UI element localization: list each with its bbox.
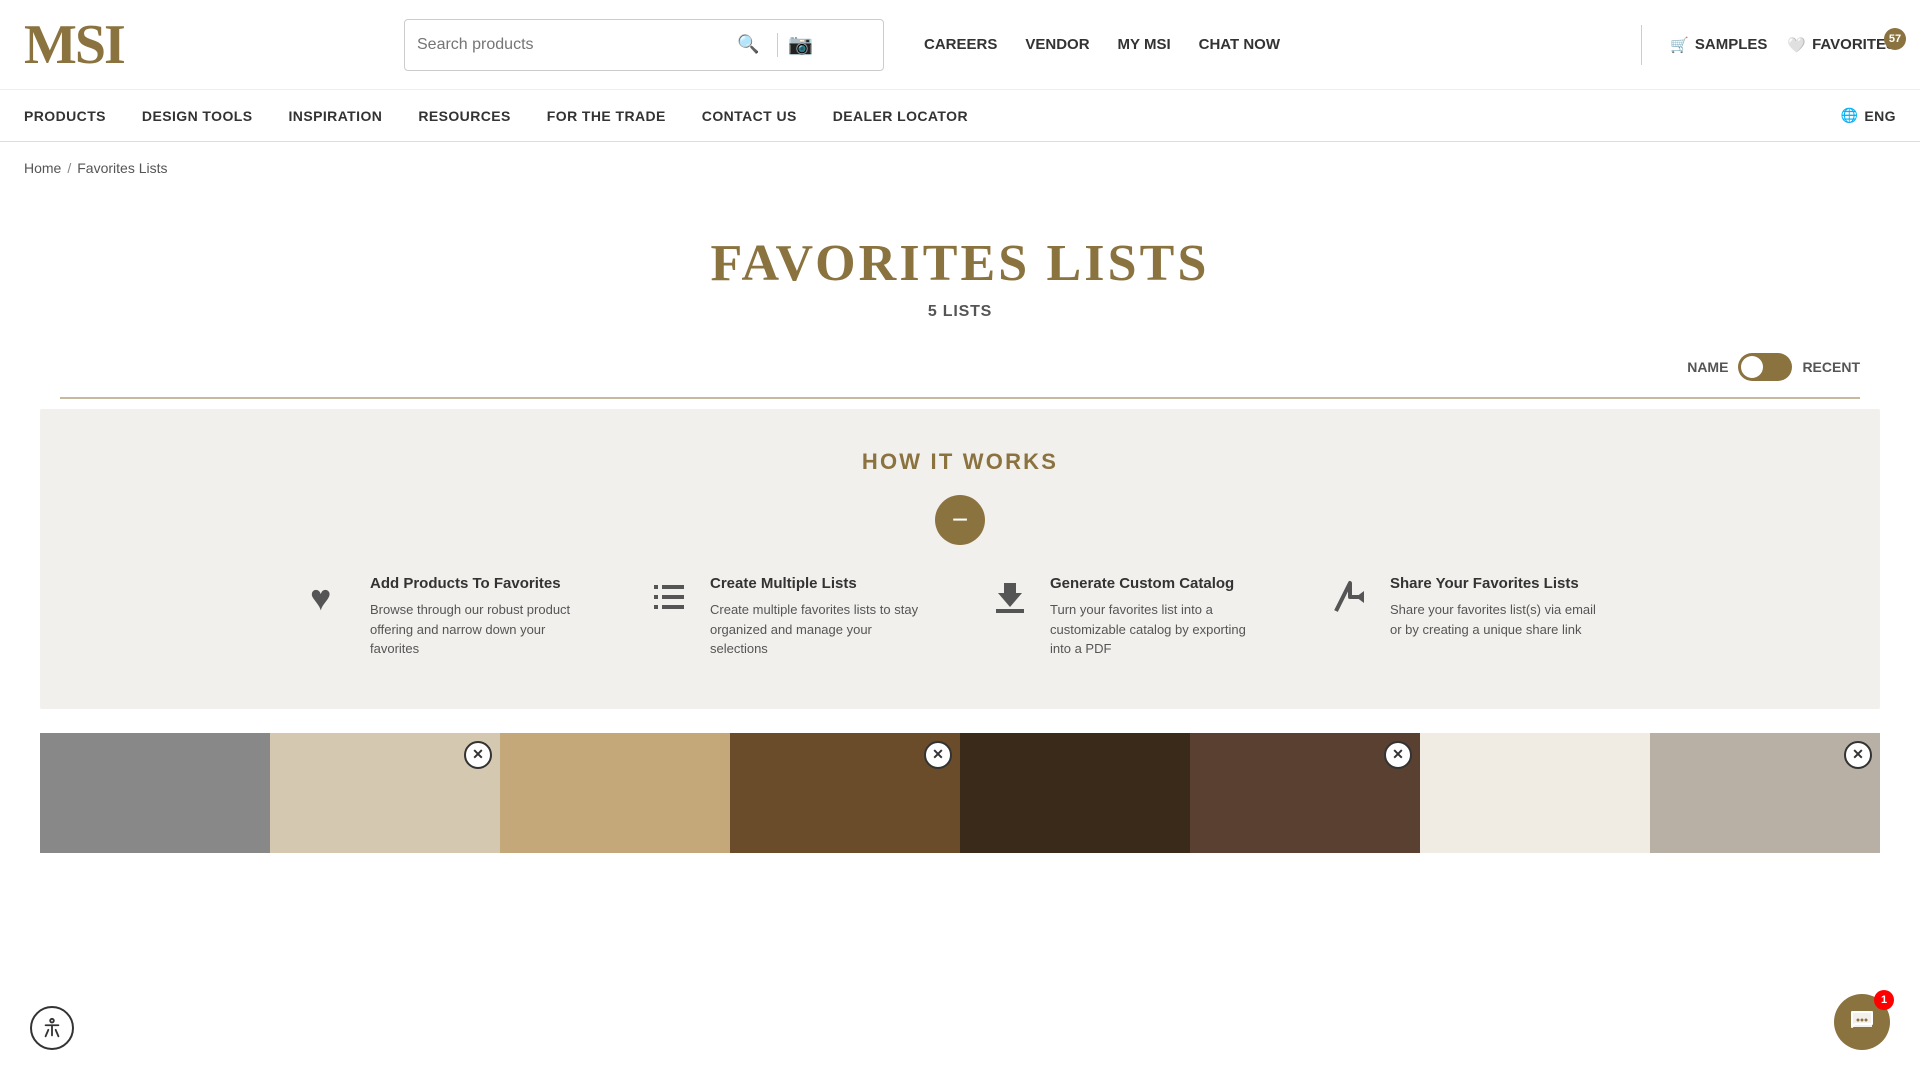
section-divider — [60, 397, 1860, 399]
nav-dealer-locator[interactable]: DEALER LOCATOR — [833, 108, 968, 124]
product-image-4 — [1420, 733, 1880, 853]
sort-recent-label: RECENT — [1802, 359, 1860, 375]
chat-button[interactable]: 1 — [1834, 994, 1890, 1050]
search-bar[interactable]: 🔍 📷 — [404, 19, 884, 71]
nav-inspiration[interactable]: INSPIRATION — [289, 108, 383, 124]
language-selector[interactable]: 🌐 ENG — [1841, 107, 1896, 124]
accessibility-button[interactable] — [30, 1006, 74, 1050]
careers-link[interactable]: CAREERS — [924, 36, 997, 53]
nav-design-tools[interactable]: DESIGN TOOLS — [142, 108, 253, 124]
brand-logo[interactable]: MSI — [24, 13, 224, 77]
remove-card-2-button[interactable]: ✕ — [924, 741, 952, 769]
favorites-badge: 57 — [1884, 28, 1906, 50]
header-actions: 🛒 SAMPLES 🤍 57 FAVORITES — [1633, 25, 1896, 65]
download-feature-icon — [990, 577, 1034, 626]
nav-contact-us[interactable]: CONTACT US — [702, 108, 797, 124]
how-features-list: ♥ Add Products To Favorites Browse throu… — [80, 575, 1840, 659]
feature-create-desc: Create multiple favorites lists to stay … — [710, 600, 930, 659]
main-nav: PRODUCTS DESIGN TOOLS INSPIRATION RESOUR… — [0, 90, 1920, 142]
breadcrumb-home[interactable]: Home — [24, 160, 61, 176]
product-image-3 — [960, 733, 1420, 853]
nav-products[interactable]: PRODUCTS — [24, 108, 106, 124]
cart-icon: 🛒 — [1670, 36, 1689, 54]
breadcrumb: Home / Favorites Lists — [0, 142, 1920, 194]
remove-card-3-button[interactable]: ✕ — [1384, 741, 1412, 769]
collapse-button[interactable]: − — [935, 495, 985, 545]
chat-now-link[interactable]: CHAT NOW — [1199, 36, 1280, 53]
feature-create-title: Create Multiple Lists — [710, 575, 930, 592]
toggle-knob — [1741, 356, 1763, 378]
header-nav: CAREERS VENDOR MY MSI CHAT NOW — [924, 36, 1280, 53]
feature-add-title: Add Products To Favorites — [370, 575, 590, 592]
product-img-darkwood — [960, 733, 1190, 853]
feature-catalog-title: Generate Custom Catalog — [1050, 575, 1270, 592]
favorites-button[interactable]: 🤍 57 FAVORITES — [1787, 36, 1896, 54]
vendor-link[interactable]: VENDOR — [1025, 36, 1089, 53]
language-label: ENG — [1864, 108, 1896, 124]
product-img-lightwood — [500, 733, 730, 853]
product-card-4: ✕ — [1420, 733, 1880, 853]
camera-icon[interactable]: 📷 — [788, 32, 813, 57]
lists-count: 5 LISTS — [0, 303, 1920, 321]
sort-toggle[interactable] — [1738, 353, 1792, 381]
sort-name-label: NAME — [1687, 359, 1728, 375]
feature-share-desc: Share your favorites list(s) via email o… — [1390, 600, 1610, 639]
remove-card-4-button[interactable]: ✕ — [1844, 741, 1872, 769]
nav-resources[interactable]: RESOURCES — [418, 108, 510, 124]
search-icon[interactable]: 🔍 — [737, 34, 759, 55]
list-feature-icon — [650, 577, 694, 626]
feature-add-desc: Browse through our robust product offeri… — [370, 600, 590, 659]
chat-badge: 1 — [1874, 990, 1894, 1010]
feature-share-lists: Share Your Favorites Lists Share your fa… — [1330, 575, 1610, 639]
feature-create-lists: Create Multiple Lists Create multiple fa… — [650, 575, 930, 659]
product-img-gray — [40, 733, 270, 853]
feature-share-title: Share Your Favorites Lists — [1390, 575, 1610, 592]
product-image-1 — [40, 733, 500, 853]
page-title-section: FAVORITES LISTS 5 LISTS — [0, 194, 1920, 337]
remove-card-1-button[interactable]: ✕ — [464, 741, 492, 769]
heart-feature-icon: ♥ — [310, 577, 354, 619]
how-it-works-title: HOW IT WORKS — [80, 449, 1840, 475]
breadcrumb-separator: / — [67, 160, 71, 176]
breadcrumb-current: Favorites Lists — [77, 160, 167, 176]
samples-label: SAMPLES — [1695, 36, 1768, 53]
samples-button[interactable]: 🛒 SAMPLES — [1670, 36, 1767, 54]
product-image-2 — [500, 733, 960, 853]
nav-for-the-trade[interactable]: FOR THE TRADE — [547, 108, 666, 124]
share-feature-icon — [1330, 577, 1374, 626]
search-input[interactable] — [417, 36, 737, 54]
my-msi-link[interactable]: MY MSI — [1118, 36, 1171, 53]
product-card-2: ✕ — [500, 733, 960, 853]
product-card-3: ✕ — [960, 733, 1420, 853]
product-img-box — [1420, 733, 1650, 853]
feature-catalog-desc: Turn your favorites list into a customiz… — [1050, 600, 1270, 659]
globe-icon: 🌐 — [1841, 107, 1859, 124]
heart-icon: 🤍 — [1787, 36, 1806, 54]
sort-toggle-section: NAME RECENT — [0, 337, 1920, 397]
search-divider — [777, 33, 778, 57]
site-header: MSI 🔍 📷 CAREERS VENDOR MY MSI CHAT NOW 🛒… — [0, 0, 1920, 90]
products-row: ✕ ✕ ✕ ✕ — [0, 733, 1920, 853]
header-divider — [1641, 25, 1642, 65]
feature-generate-catalog: Generate Custom Catalog Turn your favori… — [990, 575, 1270, 659]
product-card-1: ✕ — [40, 733, 500, 853]
page-title: FAVORITES LISTS — [0, 234, 1920, 293]
feature-add-favorites: ♥ Add Products To Favorites Browse throu… — [310, 575, 590, 659]
how-it-works-section: HOW IT WORKS − ♥ Add Products To Favorit… — [40, 409, 1880, 709]
how-collapse-container: − — [80, 495, 1840, 545]
